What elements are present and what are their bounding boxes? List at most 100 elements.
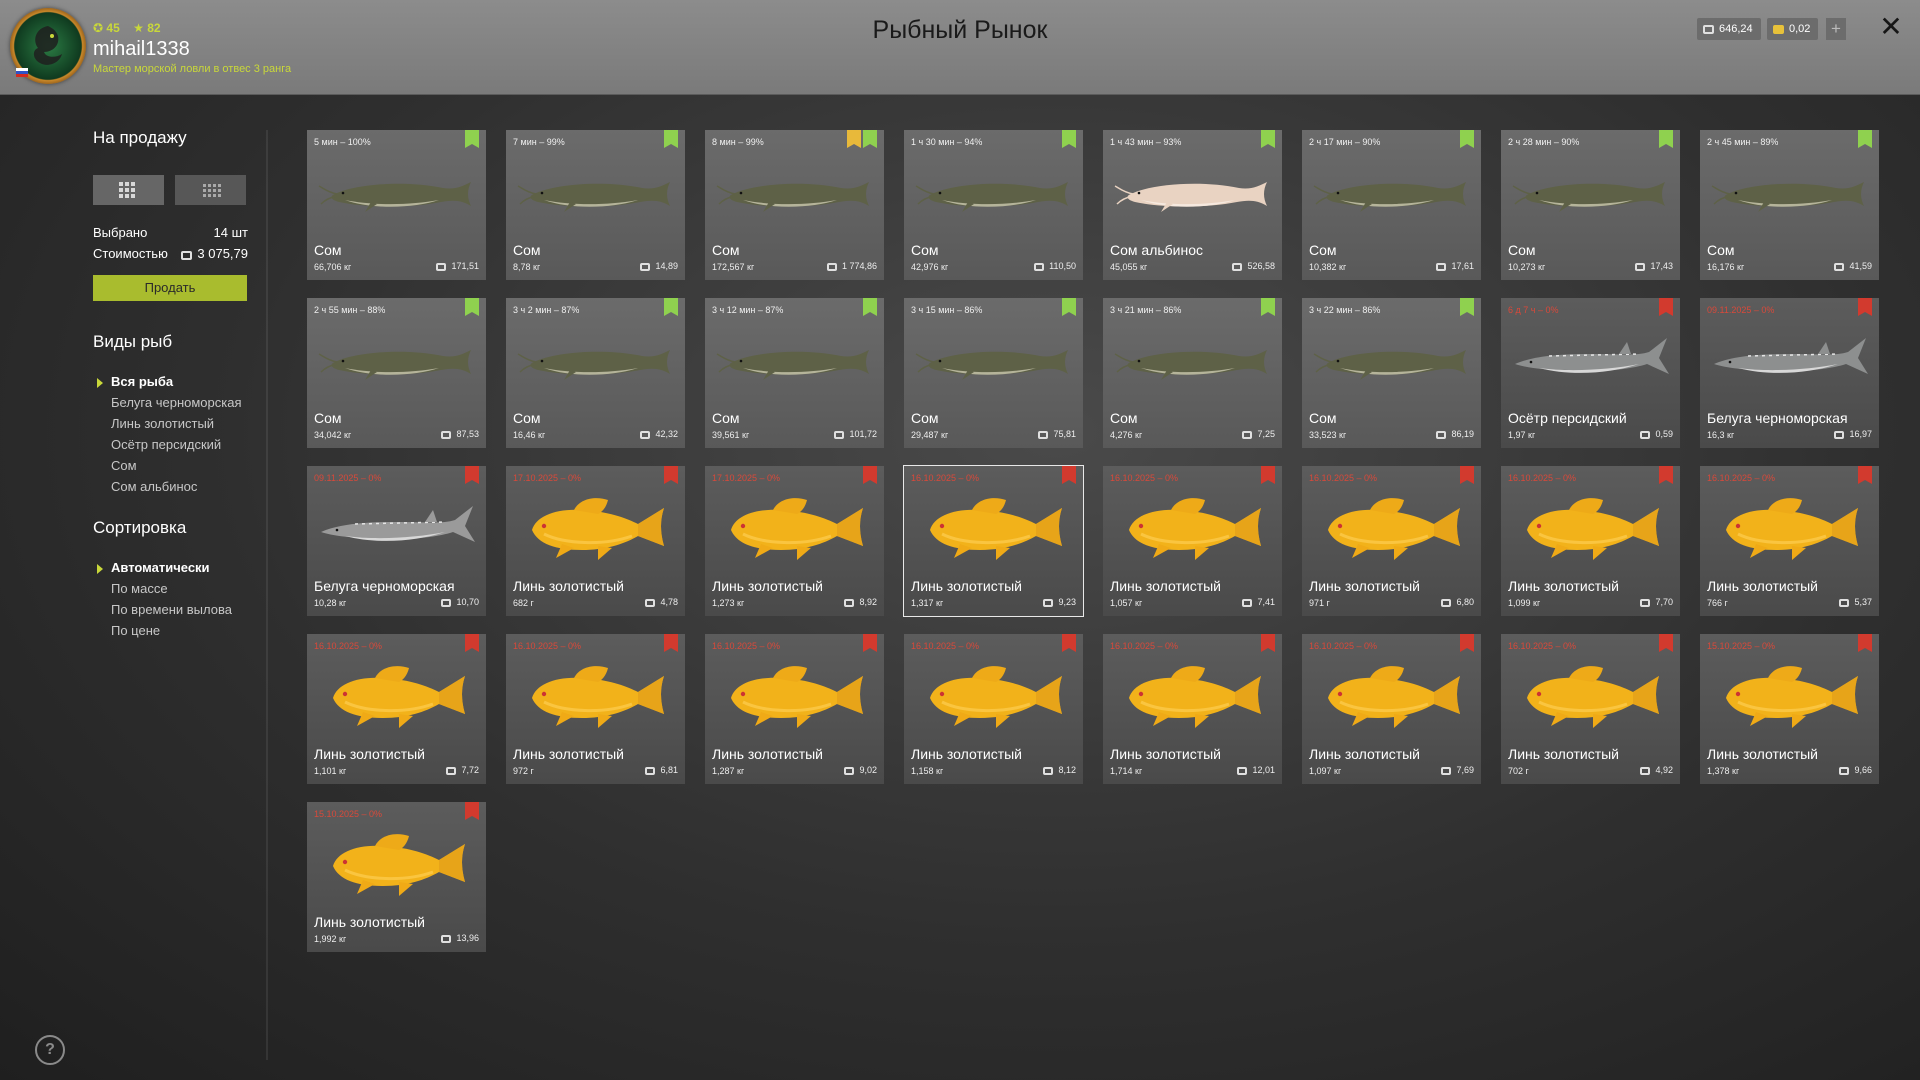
species-item[interactable]: Сом альбинос (111, 479, 242, 500)
fish-card[interactable]: 3 ч 21 мин – 86% Сом 4,276 кг 7,25 (1103, 298, 1282, 448)
fish-card[interactable]: 16.10.2025 – 0% Линь золотистый 1,158 кг 8… (904, 634, 1083, 784)
selected-bookmark-icon[interactable] (1261, 298, 1275, 316)
selected-bookmark-icon[interactable] (1460, 130, 1474, 148)
sort-item[interactable]: По времени вылова (111, 602, 232, 623)
species-item[interactable]: Вся рыба (97, 374, 242, 395)
unselected-bookmark-icon[interactable] (1261, 634, 1275, 652)
unselected-bookmark-icon[interactable] (465, 466, 479, 484)
fish-card[interactable]: 17.10.2025 – 0% Линь золотистый 682 г 4,78 (506, 466, 685, 616)
fish-card[interactable]: 3 ч 12 мин – 87% Сом 39,561 кг 101,72 (705, 298, 884, 448)
coin-icon (1043, 767, 1054, 775)
help-button[interactable]: ? (35, 1035, 65, 1065)
coin-icon (1441, 599, 1452, 607)
unselected-bookmark-icon[interactable] (1460, 634, 1474, 652)
fish-card[interactable]: 16.10.2025 – 0% Линь золотистый 1,714 кг 1… (1103, 634, 1282, 784)
selected-bookmark-icon[interactable] (863, 130, 877, 148)
fish-card[interactable]: 2 ч 55 мин – 88% Сом 34,042 кг 87,53 (307, 298, 486, 448)
selected-bookmark-icon[interactable] (1062, 130, 1076, 148)
freshness-label: 15.10.2025 – 0% (314, 809, 383, 819)
fish-price: 7,70 (1640, 597, 1673, 607)
total-cost-row: Стоимостью 3 075,79 (93, 246, 248, 261)
species-item[interactable]: Осётр персидский (111, 437, 242, 458)
species-item[interactable]: Линь золотистый (111, 416, 242, 437)
fish-card[interactable]: 16.10.2025 – 0% Линь золотистый 1,099 кг 7… (1501, 466, 1680, 616)
favorite-bookmark-icon[interactable] (847, 130, 861, 148)
selected-bookmark-icon[interactable] (1460, 298, 1474, 316)
fish-card[interactable]: 16.10.2025 – 0% Линь золотистый 1,057 кг 7… (1103, 466, 1282, 616)
unselected-bookmark-icon[interactable] (1062, 634, 1076, 652)
fish-price: 13,96 (441, 933, 479, 943)
fish-card[interactable]: 1 ч 43 мин – 93% Сом альбинос 45,055 кг 52… (1103, 130, 1282, 280)
unselected-bookmark-icon[interactable] (1659, 634, 1673, 652)
unselected-bookmark-icon[interactable] (1659, 298, 1673, 316)
fish-card[interactable]: 15.10.2025 – 0% Линь золотистый 1,378 кг 9… (1700, 634, 1879, 784)
fish-card[interactable]: 16.10.2025 – 0% Линь золотистый 1,097 кг 7… (1302, 634, 1481, 784)
close-button[interactable]: ✕ (1876, 12, 1906, 42)
sell-button[interactable]: Продать (93, 275, 247, 301)
fish-card[interactable]: 2 ч 28 мин – 90% Сом 10,273 кг 17,43 (1501, 130, 1680, 280)
species-item[interactable]: Сом (111, 458, 242, 479)
fish-card[interactable]: 2 ч 17 мин – 90% Сом 10,382 кг 17,61 (1302, 130, 1481, 280)
unselected-bookmark-icon[interactable] (863, 634, 877, 652)
unselected-bookmark-icon[interactable] (664, 634, 678, 652)
unselected-bookmark-icon[interactable] (1062, 466, 1076, 484)
fish-card[interactable]: 7 мин – 99% Сом 8,78 кг 14,89 (506, 130, 685, 280)
unselected-bookmark-icon[interactable] (1659, 466, 1673, 484)
unselected-bookmark-icon[interactable] (1858, 634, 1872, 652)
fish-card[interactable]: 5 мин – 100% Сом 66,706 кг 171,51 (307, 130, 486, 280)
catfish-fish-icon (315, 318, 478, 398)
unselected-bookmark-icon[interactable] (465, 802, 479, 820)
fish-card[interactable]: 8 мин – 99% Сом 172,567 кг 1 774,86 (705, 130, 884, 280)
fish-card[interactable]: 3 ч 2 мин – 87% Сом 16,46 кг 42,32 (506, 298, 685, 448)
fish-card[interactable]: 16.10.2025 – 0% Линь золотистый 1,317 кг 9… (903, 465, 1084, 617)
large-grid-view-button[interactable] (93, 175, 164, 205)
selected-bookmark-icon[interactable] (1659, 130, 1673, 148)
selected-bookmark-icon[interactable] (1062, 298, 1076, 316)
fish-card[interactable]: 16.10.2025 – 0% Линь золотистый 1,287 кг 9… (705, 634, 884, 784)
unselected-bookmark-icon[interactable] (1261, 466, 1275, 484)
fish-weight: 1,97 кг (1508, 430, 1536, 440)
fish-weight: 682 г (513, 598, 534, 608)
fish-card[interactable]: 16.10.2025 – 0% Линь золотистый 702 г 4,92 (1501, 634, 1680, 784)
selected-bookmark-icon[interactable] (664, 298, 678, 316)
selected-bookmark-icon[interactable] (1858, 130, 1872, 148)
fish-card[interactable]: 16.10.2025 – 0% Линь золотистый 766 г 5,37 (1700, 466, 1879, 616)
fish-price: 16,97 (1834, 429, 1872, 439)
fish-card[interactable]: 16.10.2025 – 0% Линь золотистый 971 г 6,80 (1302, 466, 1481, 616)
selected-bookmark-icon[interactable] (465, 130, 479, 148)
fish-weight: 10,382 кг (1309, 262, 1347, 272)
fish-card[interactable]: 6 д 7 ч – 0% Осётр персидский 1,97 кг 0,59 (1501, 298, 1680, 448)
unselected-bookmark-icon[interactable] (664, 466, 678, 484)
selected-bookmark-icon[interactable] (863, 298, 877, 316)
fish-card[interactable]: 09.11.2025 – 0% Белуга черноморская 10,28… (307, 466, 486, 616)
coin-icon (844, 599, 855, 607)
fish-card[interactable]: 3 ч 15 мин – 86% Сом 29,487 кг 75,81 (904, 298, 1083, 448)
sort-item[interactable]: По массе (111, 581, 232, 602)
fish-card[interactable]: 2 ч 45 мин – 89% Сом 16,176 кг 41,59 (1700, 130, 1879, 280)
freshness-label: 16.10.2025 – 0% (712, 641, 781, 651)
species-item[interactable]: Белуга черноморская (111, 395, 242, 416)
unselected-bookmark-icon[interactable] (863, 466, 877, 484)
unselected-bookmark-icon[interactable] (465, 634, 479, 652)
coin-icon (1232, 263, 1243, 271)
species-title: Виды рыб (93, 332, 173, 351)
fish-card[interactable]: 17.10.2025 – 0% Линь золотистый 1,273 кг 8… (705, 466, 884, 616)
fish-card[interactable]: 16.10.2025 – 0% Линь золотистый 1,101 кг 7… (307, 634, 486, 784)
unselected-bookmark-icon[interactable] (1858, 466, 1872, 484)
fish-price: 526,58 (1232, 261, 1275, 271)
selected-bookmark-icon[interactable] (465, 298, 479, 316)
coin-icon (834, 431, 845, 439)
fish-card[interactable]: 3 ч 22 мин – 86% Сом 33,523 кг 86,19 (1302, 298, 1481, 448)
unselected-bookmark-icon[interactable] (1460, 466, 1474, 484)
selected-bookmark-icon[interactable] (1261, 130, 1275, 148)
fish-card[interactable]: 16.10.2025 – 0% Линь золотистый 972 г 6,81 (506, 634, 685, 784)
small-grid-view-button[interactable] (175, 175, 246, 205)
add-currency-button[interactable]: + (1826, 18, 1846, 40)
fish-card[interactable]: 09.11.2025 – 0% Белуга черноморская 16,3 … (1700, 298, 1879, 448)
sort-item[interactable]: Автоматически (97, 560, 232, 581)
selected-bookmark-icon[interactable] (664, 130, 678, 148)
sort-item[interactable]: По цене (111, 623, 232, 644)
fish-card[interactable]: 1 ч 30 мин – 94% Сом 42,976 кг 110,50 (904, 130, 1083, 280)
fish-card[interactable]: 15.10.2025 – 0% Линь золотистый 1,992 кг 1… (307, 802, 486, 952)
unselected-bookmark-icon[interactable] (1858, 298, 1872, 316)
